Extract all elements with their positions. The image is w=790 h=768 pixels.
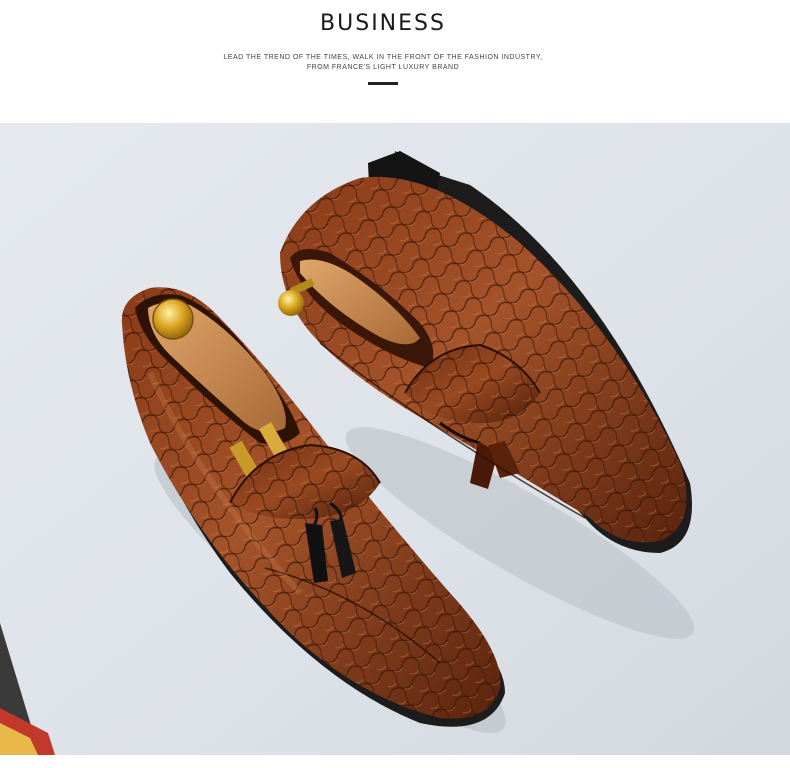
section-title: BUSINESS: [320, 11, 446, 36]
subtitle-line-2: FROM FRANCE'S LIGHT LUXURY BRAND: [306, 64, 460, 71]
section-subtitle: LEAD THE TREND OF THE TIMES, WALK IN THE…: [0, 53, 766, 73]
title-divider: [368, 82, 398, 85]
section-header: BUSINESS LEAD THE TREND OF THE TIMES, WA…: [0, 0, 790, 123]
product-detail-page: BUSINESS LEAD THE TREND OF THE TIMES, WA…: [0, 0, 790, 768]
subtitle-line-1: LEAD THE TREND OF THE TIMES, WALK IN THE…: [223, 54, 543, 61]
product-photo: [0, 123, 790, 755]
